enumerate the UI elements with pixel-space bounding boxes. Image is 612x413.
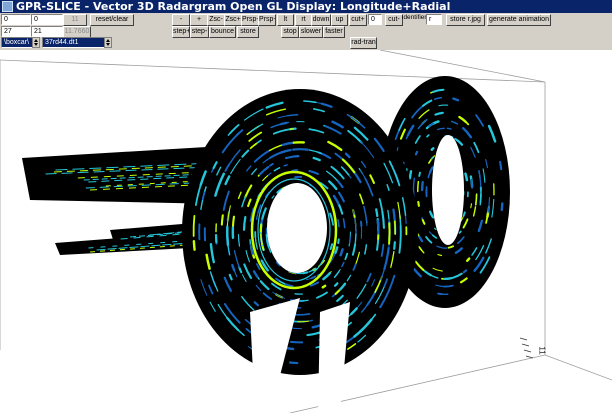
reflection-mark (500, 202, 504, 212)
zoom-in-button[interactable]: + (190, 14, 208, 26)
chevron-down-icon (34, 43, 38, 46)
field-d[interactable]: 21 (31, 26, 63, 37)
reflection-mark (470, 203, 473, 209)
reflection-mark (292, 148, 309, 151)
radargram-3d-scene (0, 50, 612, 413)
reflection-mark (302, 271, 309, 275)
reflection-mark (242, 215, 247, 231)
zoom-out-button[interactable]: - (172, 14, 190, 26)
gl-viewport[interactable]: 11 (0, 50, 612, 413)
down-button[interactable]: down (311, 14, 331, 26)
reflection-mark (231, 215, 236, 228)
reflection-mark (416, 180, 420, 193)
bounce-button[interactable]: bounce (209, 26, 236, 38)
generate-animation-button[interactable]: generate animation (487, 14, 551, 26)
cut-minus-button[interactable]: cut- (385, 14, 403, 26)
reflection-mark (337, 219, 340, 228)
folder-spinner[interactable] (32, 37, 40, 48)
toolbar: 0 0 11 reset/clear 27 21 11.7660 \boxcar… (0, 13, 612, 50)
reflection-mark (388, 222, 391, 245)
reflection-mark (418, 171, 421, 177)
slower-button[interactable]: slower (299, 26, 323, 38)
reflection-mark (279, 121, 288, 126)
reflection-mark (337, 238, 340, 245)
reflection-mark (446, 127, 452, 130)
store-r-jpg-button[interactable]: store r.jpg (446, 14, 485, 26)
window-title: GPR-SLICE - Vector 3D Radargram Open GL … (16, 0, 451, 13)
reflection-mark (283, 164, 288, 167)
folder-field[interactable]: \boxcar\ (1, 37, 33, 48)
reflection-mark (430, 147, 435, 151)
app-icon (2, 1, 13, 12)
pipe-bore-back (432, 135, 464, 245)
reflection-mark (289, 340, 304, 344)
reflection-mark (462, 211, 466, 217)
cut-plus-button[interactable]: cut+ (349, 14, 367, 26)
step-minus-button[interactable]: step- (190, 26, 209, 38)
field-b[interactable]: 0 (31, 14, 63, 25)
reflection-mark (464, 173, 467, 177)
rad-tran-button[interactable]: rad-tran (350, 37, 377, 49)
right-button[interactable]: rt (295, 14, 312, 26)
chevron-up-icon (34, 39, 38, 42)
chevron-down-icon (106, 43, 110, 46)
zscale-down-button[interactable]: Zsc- (207, 14, 225, 26)
reflection-mark (408, 170, 413, 180)
perspective-down-button[interactable]: Prsp- (241, 14, 259, 26)
axis-tick-label: 11 (537, 346, 547, 355)
cut-value-field[interactable]: 0 (368, 14, 382, 25)
reflection-mark (474, 193, 478, 206)
field-c[interactable]: 27 (1, 26, 31, 37)
stop-button[interactable]: stop (281, 26, 299, 38)
title-bar: GPR-SLICE - Vector 3D Radargram Open GL … (0, 0, 612, 13)
zscale-up-button[interactable]: Zsc+ (224, 14, 242, 26)
reflection-mark (220, 214, 224, 226)
reflection-mark (462, 269, 468, 274)
up-button[interactable]: up (331, 14, 348, 26)
filename-spinner[interactable] (104, 37, 112, 48)
identifier-field[interactable]: r (426, 14, 442, 25)
chevron-up-icon (106, 39, 110, 42)
reflection-mark (261, 245, 265, 251)
step-plus-button[interactable]: step+ (172, 26, 190, 38)
reflection-mark (452, 97, 460, 102)
reflection-mark (433, 227, 437, 231)
filename-field[interactable]: 37rd44.dt1 (42, 37, 105, 48)
reflection-mark (375, 208, 379, 218)
reflection-mark (438, 104, 449, 107)
reflection-mark (465, 257, 471, 262)
button-11[interactable]: 11 (63, 14, 87, 26)
reflection-mark (192, 240, 196, 251)
pipe-bore-front (267, 183, 327, 273)
left-button[interactable]: lt (277, 14, 294, 26)
reflection-mark (421, 182, 424, 192)
reflection-mark (352, 209, 355, 215)
reflection-mark (291, 169, 299, 172)
axis-ticks (519, 337, 534, 359)
reflection-mark (348, 236, 351, 244)
reflection-mark (470, 178, 474, 189)
reflection-mark (417, 200, 420, 207)
reflection-mark (437, 292, 443, 296)
reflection-mark (293, 313, 311, 316)
reflection-mark (321, 284, 327, 289)
reflection-mark (288, 361, 299, 365)
reflection-mark (393, 241, 396, 250)
faster-button[interactable]: faster (323, 26, 345, 38)
reflection-mark (458, 230, 462, 234)
reflection-mark (499, 160, 503, 171)
identifier-label: identifier (402, 14, 427, 21)
reflection-mark (334, 246, 339, 254)
reflection-mark (376, 219, 380, 235)
field-a[interactable]: 0 (1, 14, 31, 25)
reflection-mark (360, 220, 363, 239)
reset-clear-button[interactable]: reset/clear (90, 14, 134, 26)
reflection-mark (192, 214, 196, 237)
perspective-up-button[interactable]: Prsp+ (258, 14, 276, 26)
reflection-mark (443, 277, 453, 280)
reflection-mark (414, 150, 419, 156)
store-button[interactable]: store (237, 26, 259, 38)
reflection-mark (275, 277, 280, 282)
